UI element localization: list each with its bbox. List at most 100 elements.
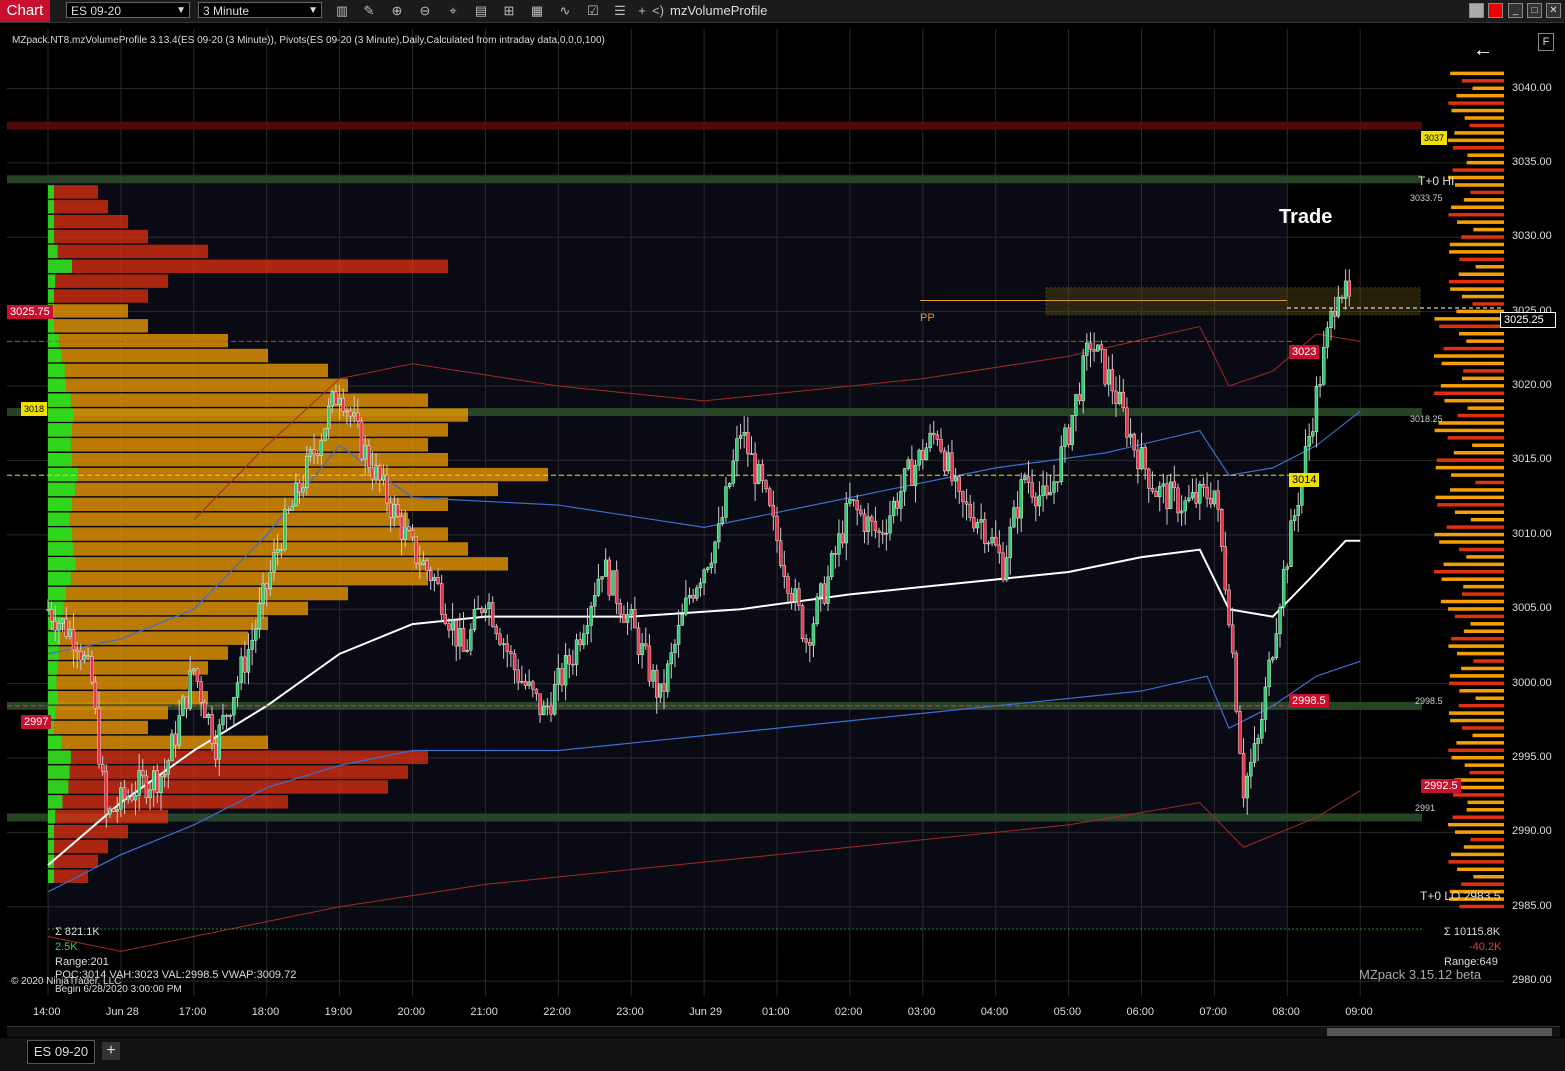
chart-menu-button[interactable]: Chart [0,0,50,22]
chart-panel[interactable]: MZpack.NT8.mzVolumeProfile 3.13.4(ES 09-… [7,29,1504,996]
price-axis[interactable]: F 3040.00 3035.00 3030.00 3025.00 3020.00 301… [1500,29,1564,996]
candle-down [265,583,269,590]
volume-delta-bar [48,214,54,229]
price-tick-label: 3010.00 [1512,527,1552,540]
candle-up [228,714,232,717]
candle-down [367,445,371,468]
interval-select[interactable]: 3 Minute ▼ [198,2,322,18]
arrows-icon[interactable]: <) [650,3,666,19]
pp-label: PP [920,312,935,324]
maximize-icon[interactable]: □ [1527,3,1542,18]
candle-down [534,688,539,694]
candle-down [334,391,338,405]
right-profile-bar [1451,755,1504,760]
stats-right-volume: Σ 10115.8K [1444,926,1501,938]
candle-down [356,412,360,422]
right-profile-bar [1450,287,1504,291]
data-box-icon[interactable]: ▤ [473,3,489,19]
candle-up [1263,686,1268,720]
volume-profile-bar [48,408,468,422]
properties-icon[interactable]: ☑ [585,3,601,19]
volume-profile-bar [48,735,268,750]
candle-up [596,578,601,596]
close-icon[interactable]: ✕ [1546,3,1561,18]
candle-up [192,668,196,672]
candle-down [155,770,160,793]
candle-up [1212,490,1217,505]
bar-type-icon[interactable]: ▥ [334,3,350,19]
right-profile-bar [1461,79,1504,83]
right-profile-bar [1448,607,1504,611]
volume-delta-bar [48,452,72,467]
right-profile-bar [1454,183,1504,187]
f-button[interactable]: F [1538,33,1554,51]
candle-down [1092,349,1096,352]
volume-profile-bar [48,304,128,318]
price-chart [7,29,1504,996]
zoom-in-icon[interactable]: ⊕ [389,3,405,19]
candle-up [1318,384,1322,387]
candle-up [1041,485,1045,497]
price-tag-vah: 3023 [1289,345,1320,359]
candle-down [1332,310,1337,317]
candle-down [691,595,695,599]
candle-up [552,684,557,715]
restore-icon[interactable] [1469,3,1484,18]
minimize-icon[interactable]: _ [1508,3,1523,18]
draw-icon[interactable]: ✎ [361,3,377,19]
candle-up [837,533,841,555]
volume-profile-bar [48,393,428,407]
candle-up [625,614,630,623]
candle-down [840,533,845,544]
candle-down [1110,369,1115,392]
color-icon[interactable] [1488,3,1503,18]
instrument-select[interactable]: ES 09-20 ▼ [66,2,190,18]
candle-down [808,642,812,646]
list-icon[interactable]: ☰ [612,3,628,19]
volume-profile-bar [48,363,328,378]
volume-delta-bar [48,274,56,288]
candle-up [1008,526,1012,558]
candle-up [990,536,994,544]
indicators-icon[interactable]: ⊞ [501,3,517,19]
candle-up [975,522,980,529]
right-profile-bar [1472,733,1504,738]
volume-profile-bar [48,378,348,392]
zoom-out-icon[interactable]: ⊖ [417,3,433,19]
right-profile-bar [1463,629,1504,634]
candle-down [775,515,779,541]
volume-profile-bar [48,438,428,452]
volume-delta-bar [48,765,70,779]
chart-style-icon[interactable]: ∿ [557,3,573,19]
right-profile-bar [1463,198,1504,202]
candle-up [829,553,834,578]
candle-down [425,560,429,571]
plus-icon[interactable]: + [634,3,650,19]
volume-profile-bar [48,244,208,259]
candle-down [932,432,936,436]
scroll-thumb[interactable] [1327,1028,1552,1036]
volume-profile-bar [48,467,548,482]
candle-up [665,663,670,692]
right-profile-bar [1472,302,1504,306]
chart-tabs: ES 09-20 + [0,1038,1565,1071]
arrow-left-icon[interactable]: ← [1473,39,1493,62]
horizontal-scrollbar[interactable] [7,1026,1560,1037]
right-profile-bar [1470,190,1504,195]
volume-delta-bar [48,676,57,690]
candle-down [662,683,666,692]
candle-up [1096,344,1100,352]
add-tab-icon[interactable]: + [102,1042,120,1060]
strategies-icon[interactable]: ▦ [529,3,545,19]
candle-down [822,583,827,604]
right-profile-bar [1448,822,1504,827]
right-profile-bar [1461,235,1504,239]
candle-up [593,595,597,607]
candle-down [1219,508,1224,547]
crosshair-icon[interactable]: ⌖ [445,3,461,19]
tab-es-09-20[interactable]: ES 09-20 [27,1040,95,1064]
time-axis[interactable]: 14:00 Jun 28 17:00 18:00 19:00 20:00 21:00 22:0… [7,996,1564,1026]
candle-up [888,515,892,534]
candle-down [243,656,247,673]
candle-up [1249,762,1253,777]
